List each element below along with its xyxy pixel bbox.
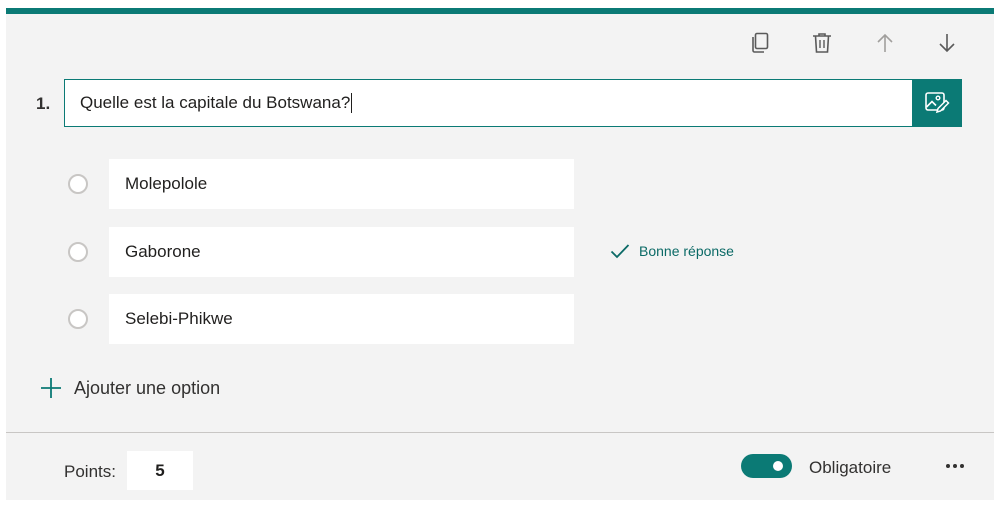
accent-bar [6,8,994,14]
move-down-button[interactable] [932,28,962,58]
points-label: Points: [64,462,116,481]
option-row: Selebi-Phikwe [68,294,574,344]
question-title-input[interactable]: Quelle est la capitale du Botswana? [64,79,912,127]
option-input[interactable]: Molepolole [109,159,574,209]
image-edit-icon [925,92,950,114]
option-radio[interactable] [68,174,88,194]
option-input[interactable]: Gaborone [109,227,574,277]
option-input[interactable]: Selebi-Phikwe [109,294,574,344]
insert-media-button[interactable] [912,79,962,127]
checkmark-icon [610,244,630,259]
option-row: Gaborone [68,227,574,277]
add-option-label: Ajouter une option [74,377,221,398]
move-up-button[interactable] [870,28,900,58]
copy-icon [752,32,769,53]
correct-answer-marker[interactable]: Bonne réponse [610,243,734,259]
plus-icon [41,378,61,398]
correct-answer-label: Bonne réponse [639,243,734,259]
question-title-text: Quelle est la capitale du Botswana? [80,93,351,112]
add-option-button[interactable]: Ajouter une option [40,377,220,399]
move-up-icon [877,33,893,52]
required-label: Obligatoire [809,458,892,477]
move-down-icon [939,34,955,53]
more-options-button[interactable] [942,455,968,477]
question-card: 1. Quelle est la capitale du Botswana? M… [6,8,994,500]
required-toggle[interactable] [741,454,792,478]
question-number: 1. [36,94,51,113]
more-icon [946,464,964,468]
delete-button[interactable] [807,28,837,58]
copy-button[interactable] [745,28,775,58]
delete-icon [813,33,831,53]
option-radio[interactable] [68,309,88,329]
toggle-knob [773,461,783,471]
option-radio[interactable] [68,242,88,262]
text-caret [351,93,353,113]
option-row: Molepolole [68,159,574,209]
footer-divider [6,432,994,433]
points-input[interactable]: 5 [127,451,193,490]
